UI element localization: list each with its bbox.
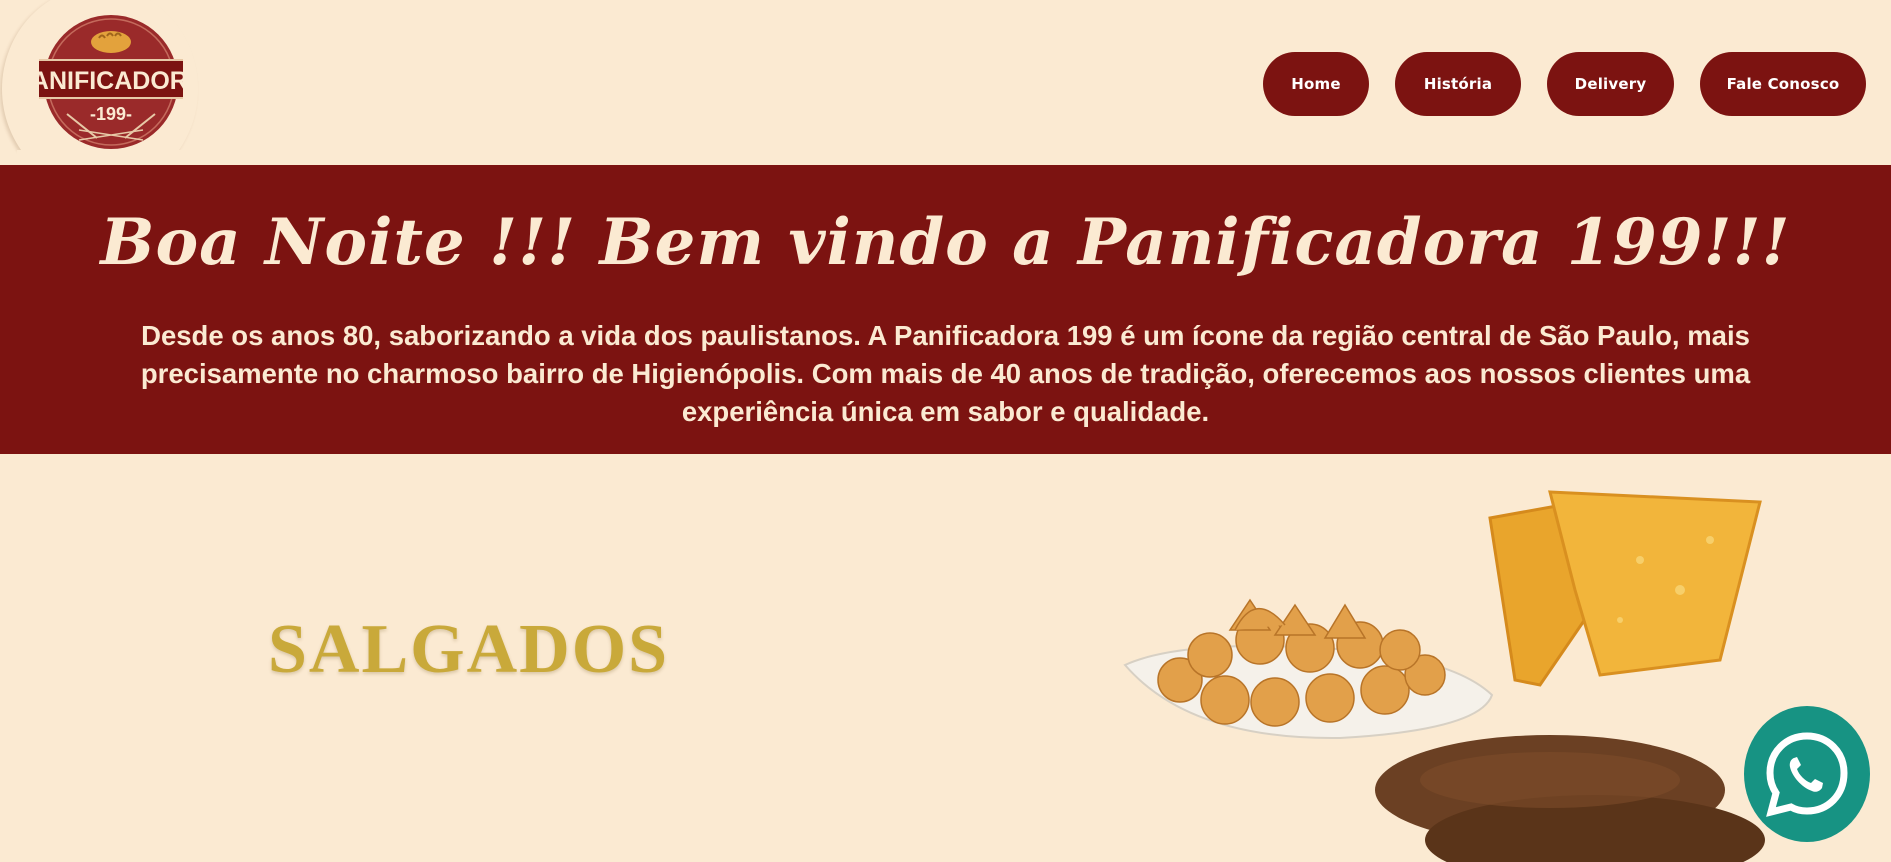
panificadora-logo[interactable]: PANIFICADORA -199-: [39, 12, 183, 153]
nav-fale-conosco-button[interactable]: Fale Conosco: [1700, 52, 1866, 116]
nav-home-button[interactable]: Home: [1263, 52, 1369, 116]
salgados-heading: SALGADOS: [268, 611, 670, 688]
nav-delivery-button[interactable]: Delivery: [1547, 52, 1674, 116]
welcome-banner: Boa Noite !!! Bem vindo a Panificadora 1…: [0, 165, 1891, 454]
nav-historia-button[interactable]: História: [1395, 52, 1521, 116]
logo-number-text: -199-: [90, 104, 132, 124]
logo-brand-text: PANIFICADORA: [39, 67, 183, 95]
logo-container[interactable]: PANIFICADORA -199-: [0, 0, 205, 192]
bread-icon: [91, 31, 131, 53]
whatsapp-icon: [1766, 732, 1848, 817]
welcome-description: Desde os anos 80, saborizando a vida dos…: [140, 320, 1751, 427]
salgados-food-image: [1123, 490, 1765, 862]
site-header: PANIFICADORA -199- Home História Deliver…: [0, 0, 1891, 192]
kibe-image: [1375, 735, 1765, 862]
pastel-image: [1488, 490, 1762, 687]
whatsapp-button[interactable]: [1744, 706, 1870, 842]
coxinha-plate-image: [1123, 598, 1494, 740]
welcome-title: Boa Noite !!! Bem vindo a Panificadora 1…: [100, 205, 1791, 280]
